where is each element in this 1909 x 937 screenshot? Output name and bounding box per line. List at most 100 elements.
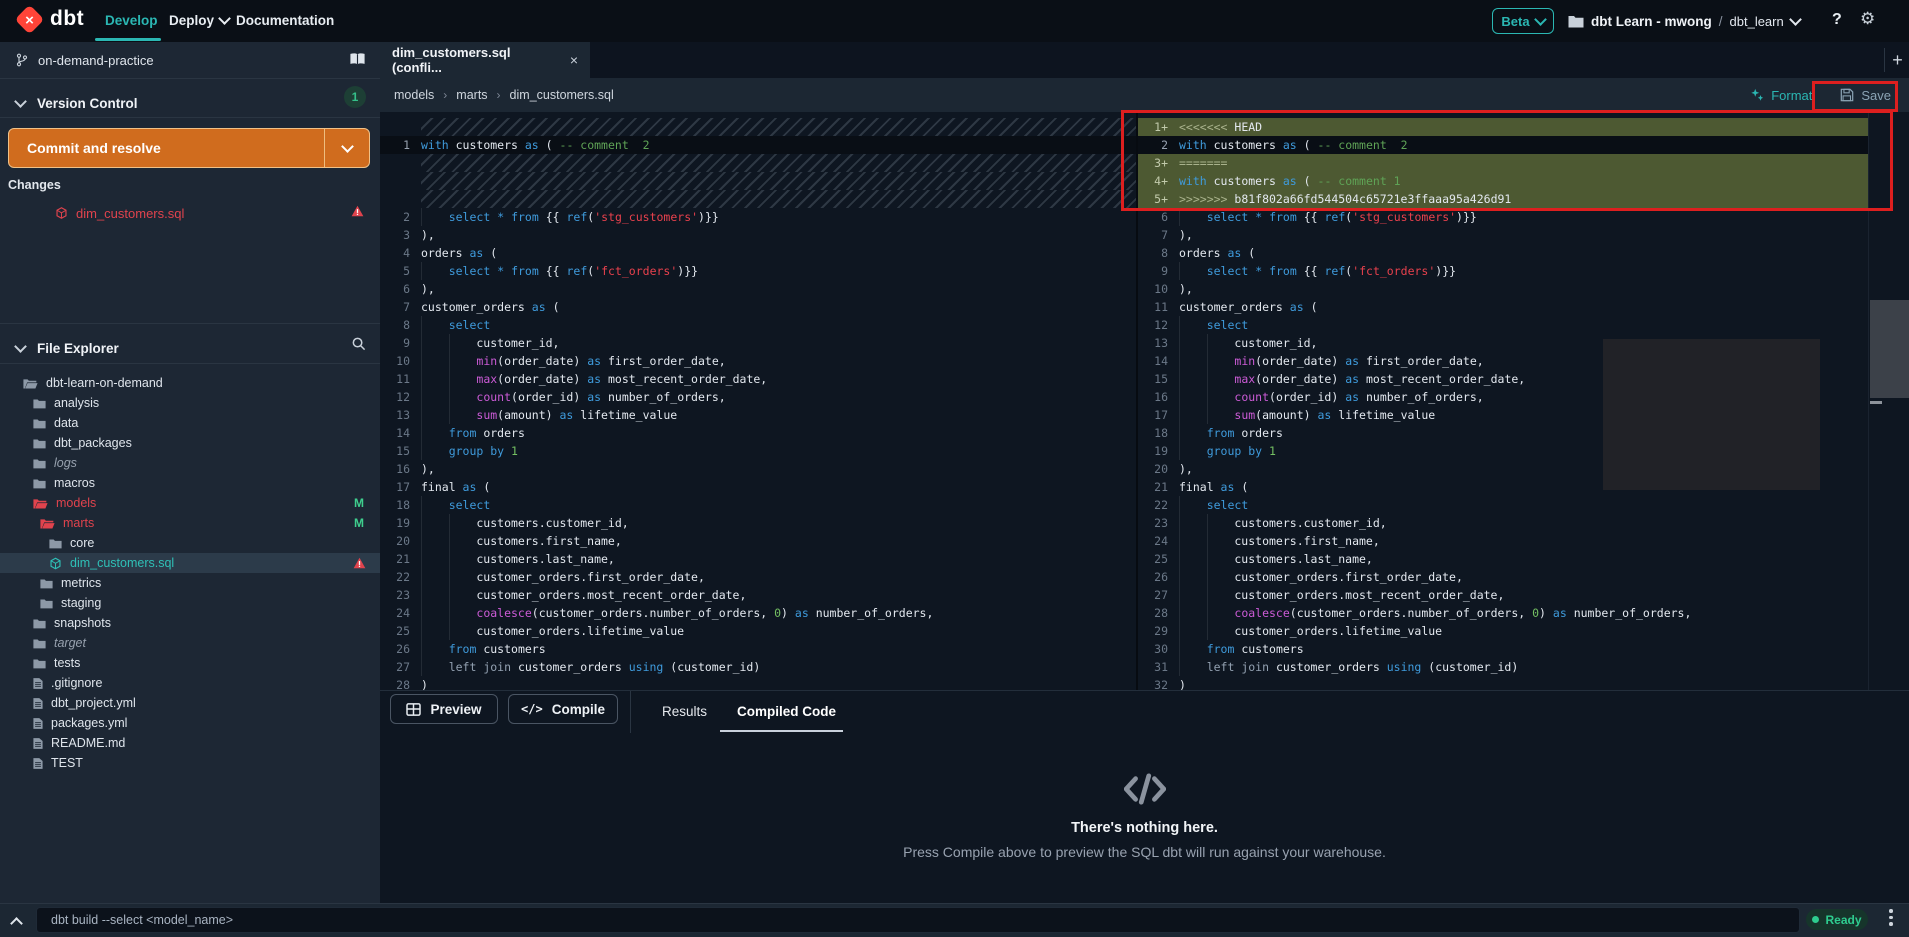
diff-filler-row	[380, 118, 1136, 136]
code-line: 7customer_orders as (	[380, 298, 1136, 316]
dbt-command-input[interactable]: dbt build --select <model_name>	[36, 907, 1800, 933]
folder-icon	[33, 638, 46, 649]
tree-item-analysis[interactable]: analysis	[0, 393, 380, 413]
version-control-header[interactable]: Version Control 1	[0, 89, 380, 117]
line-number: 19	[1138, 442, 1168, 460]
tab-results[interactable]: Results	[662, 691, 707, 731]
code-line: 12 select	[1138, 316, 1868, 334]
tree-item-metrics[interactable]: metrics	[0, 573, 380, 593]
tree-item-marts[interactable]: martsM	[0, 513, 380, 533]
preview-button[interactable]: Preview	[390, 694, 498, 724]
search-icon[interactable]	[351, 336, 366, 356]
tree-item-readme-md[interactable]: README.md	[0, 733, 380, 753]
tree-item-dbt-packages[interactable]: dbt_packages	[0, 433, 380, 453]
tree-item-label: dim_customers.sql	[70, 556, 174, 570]
code-line: 23 customers.customer_id,	[1138, 514, 1868, 532]
changed-file-row[interactable]: dim_customers.sql	[0, 202, 380, 224]
diff-pane-current[interactable]: 1with customers as ( -- comment 22 selec…	[380, 112, 1136, 690]
editor-tab[interactable]: dim_customers.sql (confli... ×	[380, 42, 590, 78]
tree-item-data[interactable]: data	[0, 413, 380, 433]
tab-compiled-code[interactable]: Compiled Code	[737, 691, 836, 731]
line-number: 12	[1138, 316, 1168, 334]
line-number: 17	[1138, 406, 1168, 424]
branch-selector[interactable]: on-demand-practice	[0, 42, 380, 79]
tree-item-logs[interactable]: logs	[0, 453, 380, 473]
line-number: 10	[1138, 280, 1168, 298]
tree-item-dbt-project-yml[interactable]: dbt_project.yml	[0, 693, 380, 713]
diff-filler-row	[380, 154, 1136, 172]
folder-icon	[40, 598, 53, 609]
dbt-logo-text[interactable]: dbt	[50, 7, 84, 31]
beta-button[interactable]: Beta	[1492, 8, 1554, 34]
line-number: 25	[380, 622, 410, 640]
commit-dropdown-toggle[interactable]	[324, 129, 369, 167]
code-line: 28)	[380, 676, 1136, 690]
tree-item-dim-customers-sql[interactable]: dim_customers.sql	[0, 553, 380, 573]
dark-overlay	[1603, 339, 1820, 490]
tree-item-staging[interactable]: staging	[0, 593, 380, 613]
tree-item-label: tests	[54, 656, 80, 670]
chevron-up-icon[interactable]	[12, 915, 21, 933]
code-line: 21 customers.last_name,	[380, 550, 1136, 568]
nav-item-develop[interactable]: Develop	[105, 0, 158, 40]
code-line: 3),	[380, 226, 1136, 244]
tree-item-dbt-learn-on-demand[interactable]: dbt-learn-on-demand	[0, 373, 380, 393]
file-icon	[33, 737, 43, 750]
divider	[0, 323, 380, 324]
account-switcher[interactable]: dbt Learn - mwong / dbt_learn	[1568, 0, 1800, 42]
tree-item-label: dbt-learn-on-demand	[46, 376, 163, 390]
code-line: 5 select * from {{ ref('fct_orders')}}	[380, 262, 1136, 280]
file-icon	[33, 677, 43, 690]
gear-icon[interactable]: ⚙	[1860, 9, 1875, 29]
help-button[interactable]: ?	[1832, 11, 1842, 29]
breadcrumb-item[interactable]: dim_customers.sql	[510, 88, 614, 102]
status-badge: Ready	[1806, 909, 1868, 930]
line-number: 26	[380, 640, 410, 658]
folder-icon	[33, 618, 46, 629]
code-line: 18 select	[380, 496, 1136, 514]
dbt-ide-app: × dbt Develop Deploy Documentation Beta …	[0, 0, 1909, 937]
status-dot-icon	[1812, 916, 1819, 923]
tree-item-target[interactable]: target	[0, 633, 380, 653]
line-number: 2	[380, 208, 410, 226]
line-number: 16	[380, 460, 410, 478]
breadcrumb-item[interactable]: models	[394, 88, 434, 102]
nav-item-documentation[interactable]: Documentation	[236, 0, 334, 40]
nav-item-deploy[interactable]: Deploy	[169, 0, 229, 40]
compile-button[interactable]: </> Compile	[508, 694, 618, 724]
commit-and-resolve-button[interactable]: Commit and resolve	[8, 128, 370, 168]
code-line: 12 count(order_id) as number_of_orders,	[380, 388, 1136, 406]
tree-item-snapshots[interactable]: snapshots	[0, 613, 380, 633]
code-line: 10),	[1138, 280, 1868, 298]
tree-item-models[interactable]: modelsM	[0, 493, 380, 513]
folder-icon	[33, 398, 46, 409]
file-icon	[33, 697, 43, 710]
close-icon[interactable]: ×	[570, 52, 578, 68]
tree-item-tests[interactable]: tests	[0, 653, 380, 673]
code-line: 27 left join customer_orders using (cust…	[380, 658, 1136, 676]
file-explorer-header[interactable]: File Explorer	[0, 334, 380, 362]
format-button[interactable]: Format	[1750, 88, 1812, 103]
annotation-box-save	[1812, 81, 1898, 112]
model-icon	[49, 557, 62, 570]
code-line: 24 customers.first_name,	[1138, 532, 1868, 550]
tree-item-packages-yml[interactable]: packages.yml	[0, 713, 380, 733]
line-number: 21	[380, 550, 410, 568]
tree-item-test[interactable]: TEST	[0, 753, 380, 773]
tree-item-core[interactable]: core	[0, 533, 380, 553]
tree-item--gitignore[interactable]: .gitignore	[0, 673, 380, 693]
breadcrumb-item[interactable]: marts	[456, 88, 487, 102]
folder-icon	[33, 418, 46, 429]
docs-book-icon[interactable]	[349, 52, 366, 69]
folder-icon	[33, 438, 46, 449]
code-line: 27 customer_orders.most_recent_order_dat…	[1138, 586, 1868, 604]
tree-item-macros[interactable]: macros	[0, 473, 380, 493]
kebab-menu-icon[interactable]	[1886, 909, 1896, 926]
code-line: 16),	[380, 460, 1136, 478]
code-line: 24 coalesce(customer_orders.number_of_or…	[380, 604, 1136, 622]
scrollbar-thumb[interactable]	[1870, 300, 1909, 398]
code-line: 20 customers.first_name,	[380, 532, 1136, 550]
line-number: 16	[1138, 388, 1168, 406]
new-tab-button[interactable]: +	[1884, 48, 1909, 72]
tree-item-label: data	[54, 416, 78, 430]
